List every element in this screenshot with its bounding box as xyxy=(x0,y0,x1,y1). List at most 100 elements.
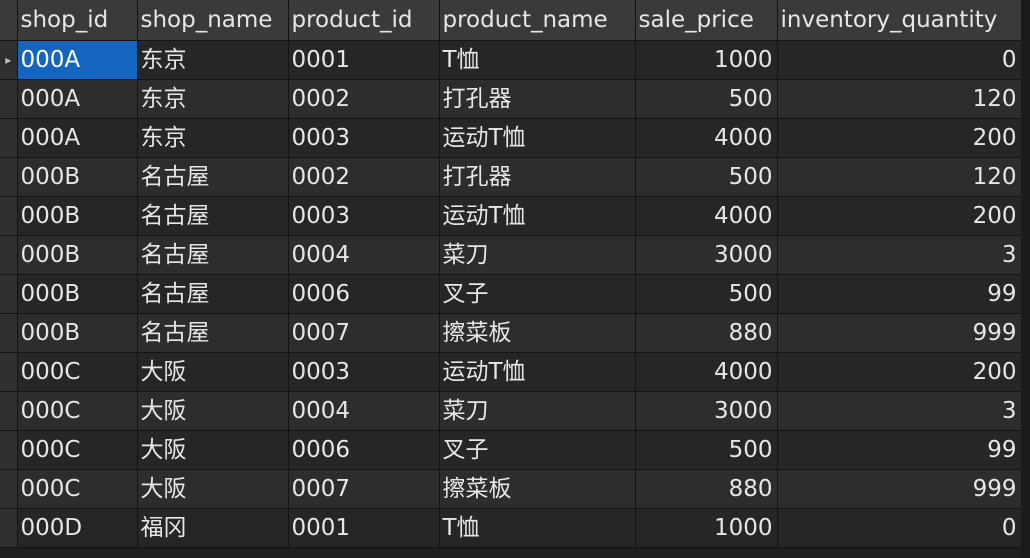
table-row[interactable]: 000D 福冈 0001 T恤 1000 0 xyxy=(0,508,1022,548)
cell-shop-name[interactable]: 大阪 xyxy=(137,469,289,509)
cell-shop-name[interactable]: 名古屋 xyxy=(137,196,289,236)
select-all-corner[interactable] xyxy=(0,0,18,41)
column-header-sale-price[interactable]: sale_price xyxy=(635,0,778,41)
cell-product-name[interactable]: 运动T恤 xyxy=(439,352,636,392)
cell-product-name[interactable]: T恤 xyxy=(439,40,636,80)
cell-product-id[interactable]: 0006 xyxy=(288,274,440,314)
row-selector[interactable] xyxy=(0,313,18,353)
row-selector[interactable] xyxy=(0,352,18,392)
cell-inventory-quantity[interactable]: 0 xyxy=(777,40,1022,80)
cell-sale-price[interactable]: 500 xyxy=(635,79,778,119)
cell-product-id[interactable]: 0003 xyxy=(288,352,440,392)
cell-product-name[interactable]: 擦菜板 xyxy=(439,313,636,353)
cell-inventory-quantity[interactable]: 999 xyxy=(777,313,1022,353)
table-row[interactable]: 000C 大阪 0003 运动T恤 4000 200 xyxy=(0,352,1022,392)
cell-inventory-quantity[interactable]: 200 xyxy=(777,352,1022,392)
cell-product-name[interactable]: 运动T恤 xyxy=(439,118,636,158)
cell-shop-id[interactable]: 000C xyxy=(17,352,138,392)
cell-shop-id[interactable]: 000B xyxy=(17,196,138,236)
cell-sale-price[interactable]: 880 xyxy=(635,469,778,509)
cell-product-id[interactable]: 0002 xyxy=(288,157,440,197)
column-header-shop-id[interactable]: shop_id xyxy=(17,0,138,41)
cell-shop-id[interactable]: 000A xyxy=(17,40,138,80)
cell-inventory-quantity[interactable]: 3 xyxy=(777,235,1022,275)
cell-shop-id[interactable]: 000A xyxy=(17,118,138,158)
row-selector[interactable] xyxy=(0,79,18,119)
cell-product-name[interactable]: 运动T恤 xyxy=(439,196,636,236)
cell-shop-name[interactable]: 名古屋 xyxy=(137,313,289,353)
row-selector[interactable] xyxy=(0,157,18,197)
table-row[interactable]: 000C 大阪 0006 叉子 500 99 xyxy=(0,430,1022,470)
cell-sale-price[interactable]: 3000 xyxy=(635,235,778,275)
row-selector[interactable] xyxy=(0,196,18,236)
cell-product-id[interactable]: 0001 xyxy=(288,508,440,548)
cell-product-name[interactable]: 菜刀 xyxy=(439,235,636,275)
cell-sale-price[interactable]: 1000 xyxy=(635,508,778,548)
cell-inventory-quantity[interactable]: 120 xyxy=(777,79,1022,119)
table-row[interactable]: 000B 名古屋 0007 擦菜板 880 999 xyxy=(0,313,1022,353)
cell-shop-name[interactable]: 大阪 xyxy=(137,391,289,431)
vertical-scrollbar[interactable] xyxy=(1021,0,1030,558)
cell-inventory-quantity[interactable]: 3 xyxy=(777,391,1022,431)
cell-product-id[interactable]: 0004 xyxy=(288,235,440,275)
column-header-product-id[interactable]: product_id xyxy=(288,0,440,41)
cell-product-name[interactable]: 打孔器 xyxy=(439,79,636,119)
cell-product-id[interactable]: 0007 xyxy=(288,313,440,353)
table-row[interactable]: 000A 东京 0002 打孔器 500 120 xyxy=(0,79,1022,119)
row-selector[interactable] xyxy=(0,235,18,275)
cell-shop-id[interactable]: 000D xyxy=(17,508,138,548)
cell-shop-id[interactable]: 000C xyxy=(17,430,138,470)
cell-inventory-quantity[interactable]: 99 xyxy=(777,274,1022,314)
column-header-product-name[interactable]: product_name xyxy=(439,0,636,41)
cell-shop-id[interactable]: 000B xyxy=(17,274,138,314)
cell-shop-name[interactable]: 东京 xyxy=(137,40,289,80)
result-grid[interactable]: shop_id shop_name product_id product_nam… xyxy=(0,0,1030,558)
cell-shop-id[interactable]: 000B xyxy=(17,157,138,197)
cell-shop-name[interactable]: 名古屋 xyxy=(137,274,289,314)
row-selector[interactable] xyxy=(0,274,18,314)
cell-shop-id[interactable]: 000C xyxy=(17,391,138,431)
cell-inventory-quantity[interactable]: 99 xyxy=(777,430,1022,470)
cell-sale-price[interactable]: 500 xyxy=(635,430,778,470)
cell-product-name[interactable]: 菜刀 xyxy=(439,391,636,431)
cell-sale-price[interactable]: 4000 xyxy=(635,118,778,158)
cell-sale-price[interactable]: 500 xyxy=(635,157,778,197)
cell-product-name[interactable]: 打孔器 xyxy=(439,157,636,197)
cell-product-name[interactable]: 叉子 xyxy=(439,274,636,314)
row-selector[interactable] xyxy=(0,469,18,509)
cell-product-name[interactable]: 叉子 xyxy=(439,430,636,470)
cell-sale-price[interactable]: 1000 xyxy=(635,40,778,80)
cell-product-name[interactable]: 擦菜板 xyxy=(439,469,636,509)
cell-product-id[interactable]: 0004 xyxy=(288,391,440,431)
cell-inventory-quantity[interactable]: 200 xyxy=(777,118,1022,158)
table-row[interactable]: 000A 东京 0003 运动T恤 4000 200 xyxy=(0,118,1022,158)
row-selector[interactable] xyxy=(0,118,18,158)
cell-shop-id[interactable]: 000B xyxy=(17,235,138,275)
cell-shop-name[interactable]: 东京 xyxy=(137,118,289,158)
cell-sale-price[interactable]: 3000 xyxy=(635,391,778,431)
cell-shop-id[interactable]: 000C xyxy=(17,469,138,509)
cell-inventory-quantity[interactable]: 120 xyxy=(777,157,1022,197)
column-header-shop-name[interactable]: shop_name xyxy=(137,0,289,41)
cell-product-id[interactable]: 0001 xyxy=(288,40,440,80)
cell-product-id[interactable]: 0006 xyxy=(288,430,440,470)
cell-product-id[interactable]: 0003 xyxy=(288,118,440,158)
table-row[interactable]: 000B 名古屋 0002 打孔器 500 120 xyxy=(0,157,1022,197)
table-row[interactable]: 000B 名古屋 0003 运动T恤 4000 200 xyxy=(0,196,1022,236)
cell-sale-price[interactable]: 4000 xyxy=(635,196,778,236)
table-row[interactable]: 000C 大阪 0004 菜刀 3000 3 xyxy=(0,391,1022,431)
cell-shop-name[interactable]: 名古屋 xyxy=(137,235,289,275)
cell-inventory-quantity[interactable]: 999 xyxy=(777,469,1022,509)
cell-shop-name[interactable]: 名古屋 xyxy=(137,157,289,197)
cell-inventory-quantity[interactable]: 200 xyxy=(777,196,1022,236)
cell-shop-name[interactable]: 福冈 xyxy=(137,508,289,548)
row-selector[interactable] xyxy=(0,430,18,470)
cell-sale-price[interactable]: 880 xyxy=(635,313,778,353)
column-header-inventory-quantity[interactable]: inventory_quantity xyxy=(777,0,1022,41)
cell-product-name[interactable]: T恤 xyxy=(439,508,636,548)
cell-shop-id[interactable]: 000A xyxy=(17,79,138,119)
cell-product-id[interactable]: 0003 xyxy=(288,196,440,236)
table-row[interactable]: 000B 名古屋 0006 叉子 500 99 xyxy=(0,274,1022,314)
cell-shop-name[interactable]: 大阪 xyxy=(137,430,289,470)
cell-product-id[interactable]: 0002 xyxy=(288,79,440,119)
